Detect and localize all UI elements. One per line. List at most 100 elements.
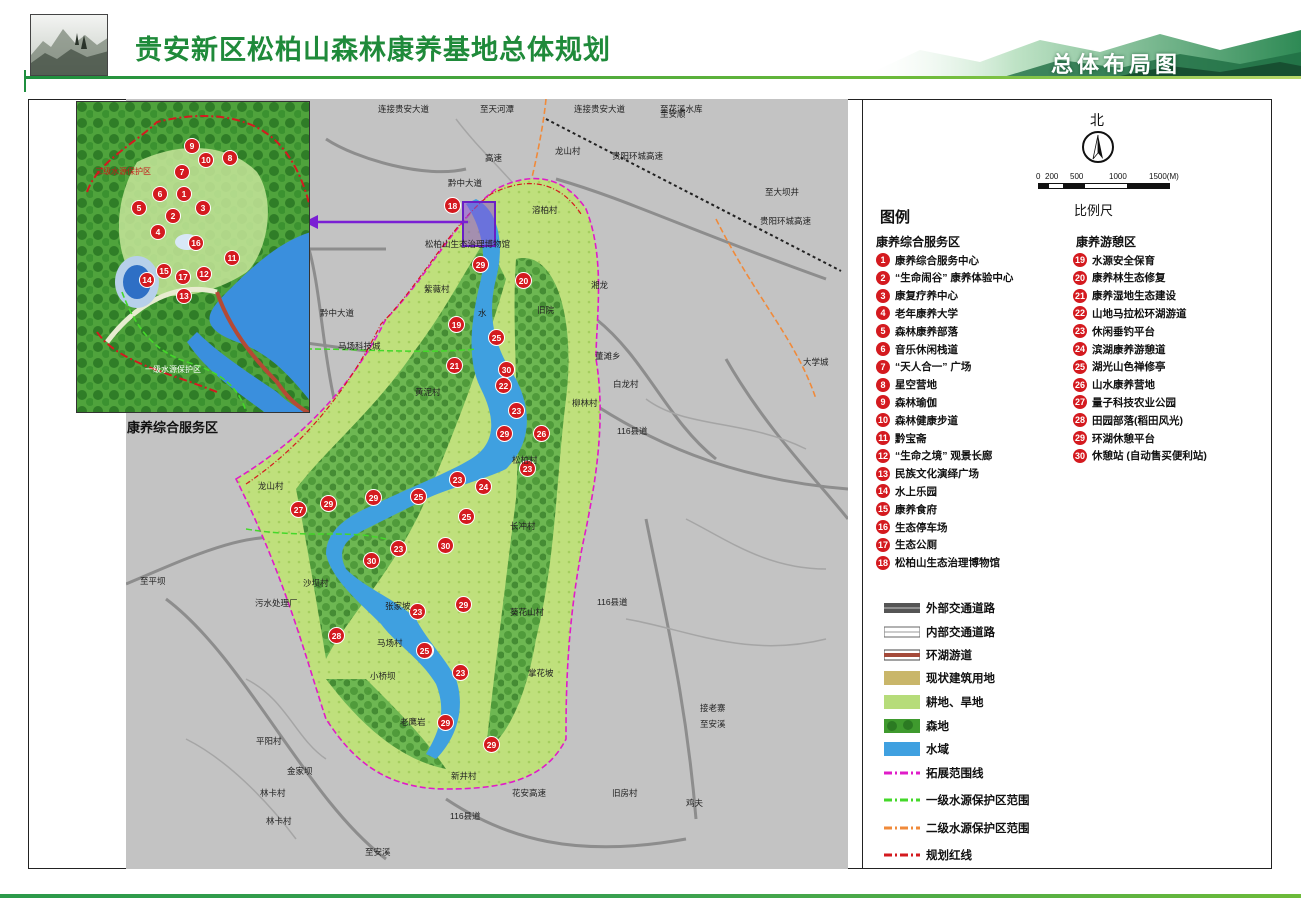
map-place-label: 贵阳环城高速	[760, 216, 812, 226]
inset-label-primary-zone: 一级水源保护区	[145, 365, 201, 374]
inset-marker-1[interactable]: 1	[176, 186, 192, 202]
map-place-label: 掌花坡	[528, 668, 554, 678]
map-marker-23[interactable]: 23	[452, 664, 469, 681]
banner-title: 总体布局图	[1050, 52, 1181, 77]
inset-marker-2[interactable]: 2	[165, 208, 181, 224]
legend-number-badge: 26	[1073, 377, 1087, 392]
map-place-label: 葵花山村	[510, 607, 545, 617]
map-place-label: 马场村	[377, 638, 403, 648]
legend-number-badge: 12	[876, 448, 890, 463]
north-arrow-icon	[1082, 131, 1114, 163]
legend-item-label: 星空营地	[895, 379, 937, 392]
legend-number-badge: 27	[1073, 395, 1087, 410]
map-marker-28[interactable]: 28	[328, 627, 345, 644]
scale-tick: 1500(M)	[1149, 172, 1179, 181]
legend-swatch	[884, 821, 920, 835]
legend-key-line-red: 规划红线	[884, 845, 972, 865]
map-place-label: 林卡村	[260, 788, 286, 798]
map-marker-20[interactable]: 20	[515, 272, 532, 289]
map-marker-29[interactable]: 29	[496, 425, 513, 442]
map-place-label: 至平坝	[140, 576, 166, 586]
map-marker-29[interactable]: 29	[365, 489, 382, 506]
inset-marker-17[interactable]: 17	[175, 269, 191, 285]
legend-number-badge: 23	[1073, 324, 1087, 339]
map-place-label: 松柏山生态治理博物馆	[425, 239, 511, 249]
map-marker-26[interactable]: 26	[533, 425, 550, 442]
map-marker-23[interactable]: 23	[449, 471, 466, 488]
legend-item-2: 2 “生命闹谷” 康养体验中心	[876, 270, 1013, 286]
map-marker-27[interactable]: 27	[290, 501, 307, 518]
inset-marker-14[interactable]: 14	[139, 272, 155, 288]
map-marker-30[interactable]: 30	[363, 552, 380, 569]
legend-item-label: 休憩站 (自动售买便利站)	[1092, 450, 1207, 463]
map-marker-25[interactable]: 25	[488, 329, 505, 346]
inset-marker-3[interactable]: 3	[195, 200, 211, 216]
map-marker-19[interactable]: 19	[448, 316, 465, 333]
legend-item-label: 量子科技农业公园	[1092, 396, 1176, 409]
inset-marker-16[interactable]: 16	[188, 235, 204, 251]
map-marker-29[interactable]: 29	[483, 736, 500, 753]
legend-number-badge: 4	[876, 306, 890, 321]
map-marker-29[interactable]: 29	[320, 495, 337, 512]
scale-tick: 500	[1070, 172, 1084, 181]
map-marker-23[interactable]: 23	[508, 402, 525, 419]
legend-title: 图例	[880, 209, 911, 226]
map-place-label: 116县道	[597, 597, 628, 607]
map-marker-29[interactable]: 29	[437, 714, 454, 731]
footer-bar	[0, 894, 1301, 898]
map-marker-25[interactable]: 25	[410, 488, 427, 505]
service-zone-inset[interactable]: 三级水源保护区 一级水源保护区 1 2 3 4 5 6 7 8 9 10 11 12 13 14 15 16 1…	[76, 101, 310, 413]
legend-item-1: 1 康养综合服务中心	[876, 252, 979, 268]
map-marker-23[interactable]: 23	[409, 603, 426, 620]
page-header: 贵安新区松柏山森林康养基地总体规划 总体布局图	[0, 0, 1301, 92]
map-marker-24[interactable]: 24	[475, 478, 492, 495]
inset-marker-13[interactable]: 13	[176, 288, 192, 304]
legend-key-label: 规划红线	[926, 850, 972, 862]
inset-marker-6[interactable]: 6	[152, 186, 168, 202]
legend-item-15: 15 康养食府	[876, 501, 937, 517]
map-marker-21[interactable]: 21	[446, 357, 463, 374]
map-marker-22[interactable]: 22	[495, 377, 512, 394]
inset-marker-12[interactable]: 12	[196, 266, 212, 282]
legend-number-badge: 15	[876, 502, 890, 517]
inset-marker-8[interactable]: 8	[222, 150, 238, 166]
map-marker-30[interactable]: 30	[437, 537, 454, 554]
map-marker-23[interactable]: 23	[390, 540, 407, 557]
inset-marker-11[interactable]: 11	[224, 250, 240, 266]
legend-item-label: 休闲垂钓平台	[1092, 325, 1155, 338]
legend-number-badge: 18	[876, 555, 890, 570]
map-marker-30[interactable]: 30	[498, 361, 515, 378]
inset-marker-9[interactable]: 9	[184, 138, 200, 154]
legend-item-28: 28 田园部落(稻田风光)	[1073, 412, 1183, 428]
map-marker-25[interactable]: 25	[416, 642, 433, 659]
legend-swatch	[883, 648, 921, 662]
map-marker-25[interactable]: 25	[458, 508, 475, 525]
inset-marker-15[interactable]: 15	[156, 263, 172, 279]
map-marker-29[interactable]: 29	[455, 596, 472, 613]
map-marker-29[interactable]: 29	[472, 256, 489, 273]
inset-marker-10[interactable]: 10	[198, 152, 214, 168]
map-marker-18[interactable]: 18	[444, 197, 461, 214]
legend-key-forest: 森地	[884, 716, 949, 736]
legend-key-label: 环湖游道	[926, 650, 972, 662]
legend-number-badge: 17	[876, 537, 890, 552]
inset-marker-5[interactable]: 5	[131, 200, 147, 216]
legend-item-24: 24 滨湖康养游憩道	[1073, 341, 1166, 357]
legend-item-label: 环湖休憩平台	[1092, 432, 1155, 445]
legend-item-13: 13 民族文化演绎广场	[876, 466, 979, 482]
legend-swatch	[884, 695, 920, 709]
legend-item-8: 8 星空营地	[876, 377, 937, 393]
map-place-label: 新井村	[451, 771, 477, 781]
inset-marker-7[interactable]: 7	[174, 164, 190, 180]
page-title: 贵安新区松柏山森林康养基地总体规划	[135, 35, 611, 65]
map-place-label: 董滩乡	[595, 351, 621, 361]
legend-item-label: 森林瑜伽	[895, 396, 937, 409]
legend-key-road-outer: 外部交通道路	[884, 598, 995, 618]
legend-swatch	[884, 601, 920, 615]
map-place-label: 白龙村	[613, 379, 639, 389]
legend-number-badge: 20	[1073, 270, 1087, 285]
map-place-label: 116县道	[450, 811, 481, 821]
legend-item-label: 康复疗养中心	[895, 290, 958, 303]
legend-key-farmland: 耕地、旱地	[884, 692, 984, 712]
inset-marker-4[interactable]: 4	[150, 224, 166, 240]
